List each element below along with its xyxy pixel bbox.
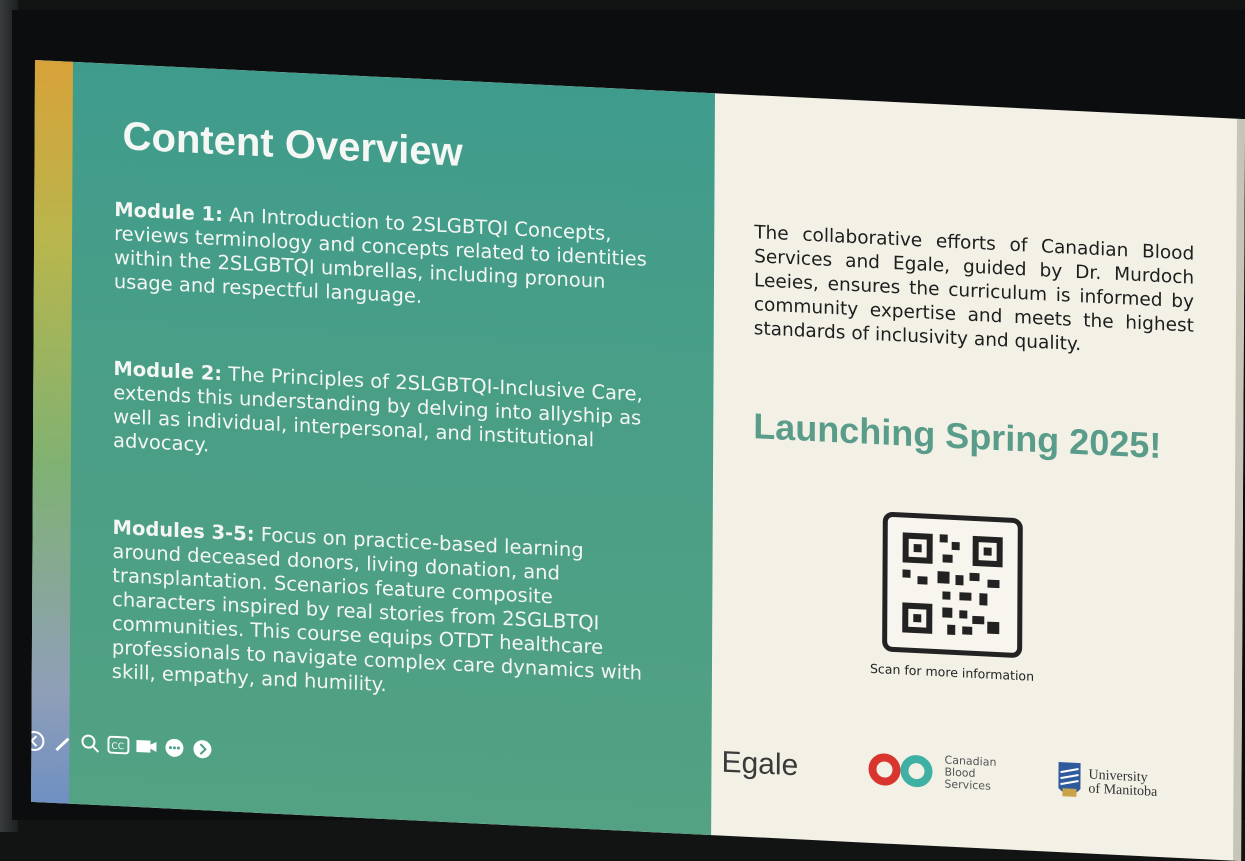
forward-arrow-icon[interactable] — [191, 738, 213, 761]
modules-3-5-description: Modules 3-5: Focus on practice-based lea… — [112, 516, 653, 710]
university-of-manitoba-logo: University of Manitoba — [1056, 760, 1157, 807]
module-2-description: Module 2: The Principles of 2SLGBTQI-Inc… — [113, 357, 653, 479]
egale-logo: Egale — [721, 745, 799, 783]
cbs-wordmark: Canadian Blood Services — [944, 753, 996, 793]
collaboration-statement: The collaborative efforts of Canadian Bl… — [753, 222, 1195, 356]
module-1-description: Module 1: An Introduction to 2SLGBTQI Co… — [114, 198, 654, 320]
presentation-slide: Content Overview Module 1: An Introducti… — [31, 60, 1245, 861]
pen-icon[interactable] — [51, 731, 73, 754]
content-panel: Content Overview Module 1: An Introducti… — [31, 60, 715, 836]
decorative-strip — [31, 60, 73, 804]
camera-icon[interactable] — [135, 735, 157, 758]
cbs-line: Services — [944, 777, 991, 793]
captions-icon[interactable]: CC — [107, 734, 130, 757]
um-wordmark: University of Manitoba — [1088, 768, 1158, 800]
crest-icon — [1058, 762, 1081, 797]
more-icon[interactable] — [163, 736, 185, 759]
infinity-logo-icon — [868, 753, 933, 788]
module-text: Focus on practice-based learning around … — [111, 522, 643, 697]
zoom-icon[interactable] — [79, 732, 101, 755]
canadian-blood-services-logo: Canadian Blood Services — [866, 751, 996, 793]
launch-heading: Launching Spring 2025! — [753, 405, 1162, 467]
slide-title: Content Overview — [122, 114, 463, 175]
back-arrow-icon[interactable] — [31, 729, 45, 752]
qr-caption: Scan for more information — [869, 660, 1035, 684]
qr-code[interactable] — [882, 511, 1023, 659]
svg-text:CC: CC — [111, 742, 124, 753]
qr-code-icon — [902, 532, 1003, 636]
um-line: of Manitoba — [1088, 781, 1158, 800]
